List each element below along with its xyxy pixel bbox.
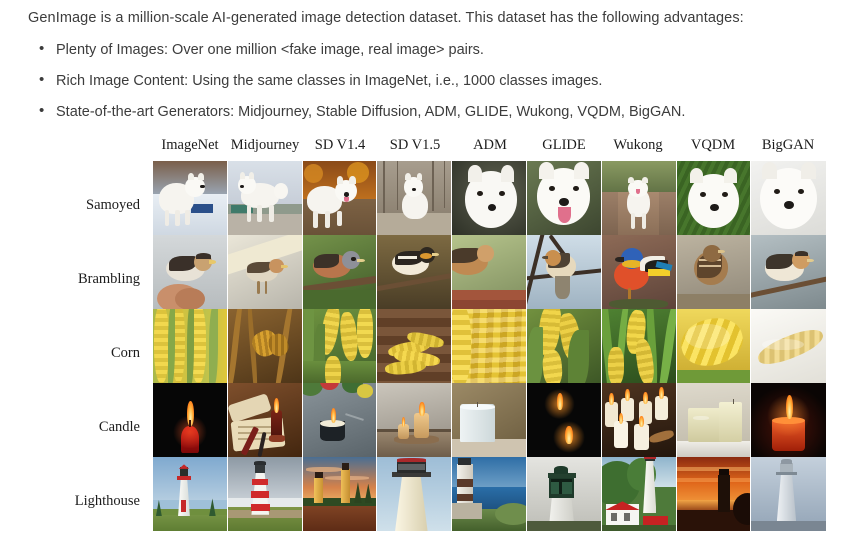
sample-image-candle-glide xyxy=(526,383,602,457)
sample-image-candle-adm xyxy=(452,383,527,457)
sample-image-brambling-adm xyxy=(452,235,527,309)
sample-image-corn-imagenet xyxy=(153,309,228,383)
sample-image-candle-sd-v15 xyxy=(377,383,453,457)
sample-image-lighthouse-vqdm xyxy=(676,457,752,531)
sample-image-brambling-biggan xyxy=(751,235,827,309)
sample-image-corn-adm xyxy=(452,309,527,383)
sample-image-lighthouse-imagenet xyxy=(153,457,228,531)
column-header-biggan: BigGAN xyxy=(761,137,815,153)
sample-image-candle-wukong xyxy=(601,383,677,457)
sample-image-brambling-sd-v14 xyxy=(302,235,378,309)
sample-image-corn-midjourney xyxy=(227,309,303,383)
list-item: State-of-the-art Generators: Midjourney,… xyxy=(39,103,838,120)
sample-image-brambling-wukong xyxy=(601,235,677,309)
sample-image-samoyed-vqdm xyxy=(676,161,752,235)
list-item: Rich Image Content: Using the same class… xyxy=(39,72,838,89)
sample-image-grid xyxy=(153,161,827,531)
sample-image-candle-midjourney xyxy=(227,383,303,457)
row-label-brambling: Brambling xyxy=(77,271,140,287)
sample-image-lighthouse-adm xyxy=(452,457,527,531)
sample-image-lighthouse-midjourney xyxy=(227,457,303,531)
sample-image-corn-vqdm xyxy=(676,309,752,383)
table-row xyxy=(153,457,827,531)
advantages-list: Plenty of Images: Over one million <fake… xyxy=(28,41,838,120)
sample-image-corn-sd-v14 xyxy=(302,309,378,383)
table-row xyxy=(153,161,827,235)
row-label-samoyed: Samoyed xyxy=(86,197,140,213)
row-label-corn: Corn xyxy=(111,345,140,361)
sample-image-brambling-imagenet xyxy=(153,235,228,309)
sample-image-lighthouse-sd-v15 xyxy=(377,457,453,531)
sample-image-samoyed-midjourney xyxy=(227,161,303,235)
sample-image-candle-sd-v14 xyxy=(302,383,378,457)
sample-image-brambling-vqdm xyxy=(676,235,752,309)
sample-image-samoyed-adm xyxy=(452,161,527,235)
sample-image-corn-sd-v15 xyxy=(377,309,453,383)
sample-image-samoyed-sd-v14 xyxy=(302,161,378,235)
sample-image-brambling-glide xyxy=(526,235,602,309)
row-label-candle: Candle xyxy=(98,419,140,435)
sample-image-lighthouse-glide xyxy=(526,457,602,531)
sample-image-candle-biggan xyxy=(751,383,827,457)
table-row xyxy=(153,309,827,383)
table-row xyxy=(153,383,827,457)
sample-image-samoyed-sd-v15 xyxy=(377,161,453,235)
table-row xyxy=(153,235,827,309)
dataset-sample-figure: ImageNet Midjourney SD V1.4 SD V1.5 ADM … xyxy=(0,135,865,531)
row-label-lighthouse: Lighthouse xyxy=(74,493,140,509)
sample-image-corn-glide xyxy=(526,309,602,383)
column-header-row: ImageNet Midjourney SD V1.4 SD V1.5 ADM … xyxy=(0,135,865,161)
sample-image-samoyed-glide xyxy=(526,161,602,235)
sample-image-lighthouse-biggan xyxy=(751,457,827,531)
sample-image-lighthouse-sd-v14 xyxy=(302,457,378,531)
sample-image-brambling-midjourney xyxy=(227,235,303,309)
sample-image-brambling-sd-v15 xyxy=(377,235,453,309)
intro-block: GenImage is a million-scale AI-generated… xyxy=(28,8,838,135)
sample-image-candle-vqdm xyxy=(676,383,752,457)
list-item: Plenty of Images: Over one million <fake… xyxy=(39,41,838,58)
sample-image-samoyed-wukong xyxy=(601,161,677,235)
sample-image-samoyed-imagenet xyxy=(153,161,228,235)
intro-lead-text: GenImage is a million-scale AI-generated… xyxy=(28,10,744,26)
sample-image-corn-wukong xyxy=(601,309,677,383)
sample-image-candle-imagenet xyxy=(153,383,228,457)
sample-image-samoyed-biggan xyxy=(751,161,827,235)
sample-image-corn-biggan xyxy=(751,309,827,383)
sample-image-lighthouse-wukong xyxy=(601,457,677,531)
